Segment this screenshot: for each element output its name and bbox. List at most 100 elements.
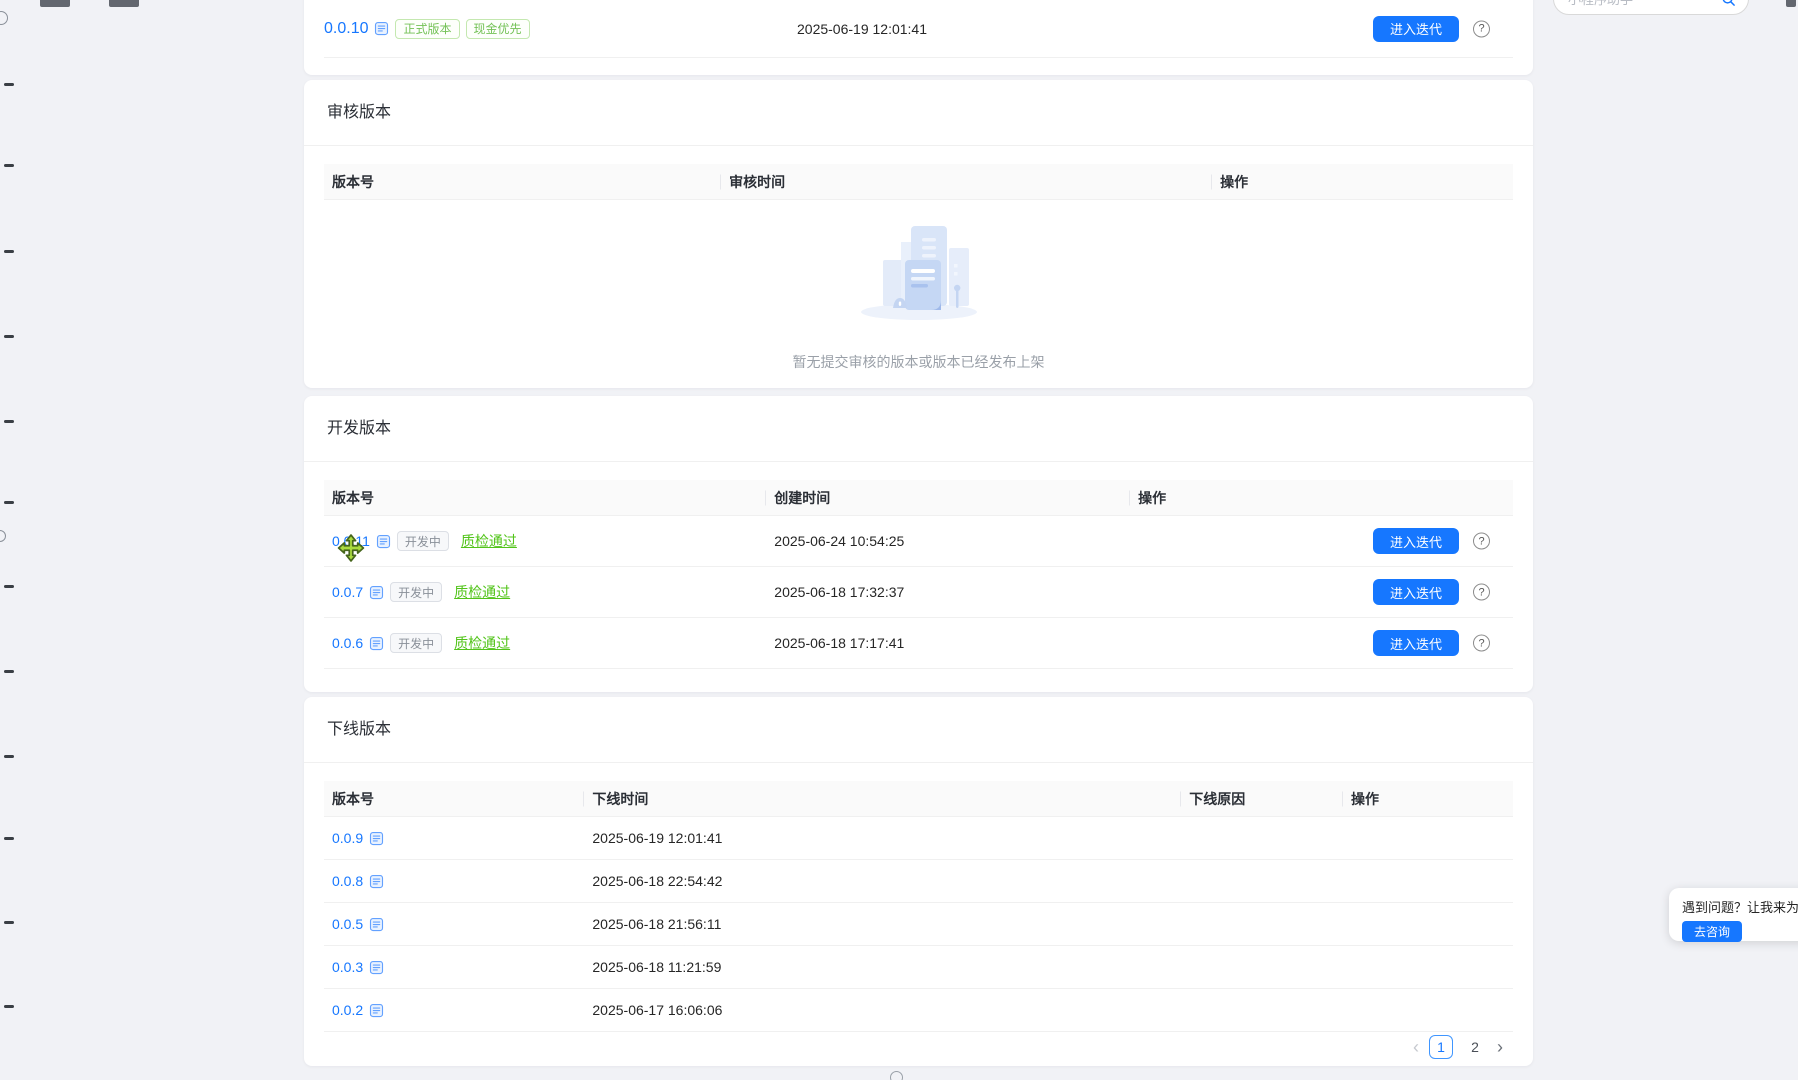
- action-cell: [1343, 989, 1513, 1031]
- version-link[interactable]: 0.0.7: [332, 584, 363, 600]
- dev-versions-card: 开发版本 版本号 创建时间 操作 0.0.11 开发中 质检通过 2025-06…: [304, 396, 1533, 692]
- table-header: 版本号 审核时间 操作: [324, 164, 1513, 200]
- table-row: 0.0.6 开发中 质检通过 2025-06-18 17:17:41 进入迭代 …: [324, 618, 1513, 669]
- table-header: 版本号 创建时间 操作: [324, 480, 1513, 516]
- version-link[interactable]: 0.0.8: [332, 873, 363, 889]
- move-cursor-icon: [337, 534, 365, 567]
- offline-time: 2025-06-17 16:06:06: [584, 1002, 1181, 1018]
- section-title: 下线版本: [304, 697, 1533, 763]
- table-row: 0.0.10 正式版本 现金优先 2025-06-19 12:01:41 进入迭…: [324, 0, 1513, 58]
- table-row: 0.0.5 2025-06-18 21:56:11: [324, 903, 1513, 946]
- version-link[interactable]: 0.0.5: [332, 916, 363, 932]
- version-cell: 0.0.6 开发中 质检通过: [324, 633, 766, 653]
- clipped-tab-text: [40, 0, 70, 7]
- enter-iteration-button[interactable]: 进入迭代: [1373, 630, 1459, 656]
- file-icon[interactable]: [369, 831, 384, 846]
- table-row: 0.0.2 2025-06-17 16:06:06: [324, 989, 1513, 1032]
- offline-time: 2025-06-18 11:21:59: [584, 959, 1181, 975]
- page-button-1[interactable]: 1: [1429, 1035, 1453, 1059]
- consult-button[interactable]: 去咨询: [1682, 921, 1742, 942]
- version-link[interactable]: 0.0.2: [332, 1002, 363, 1018]
- version-link[interactable]: 0.0.9: [332, 830, 363, 846]
- action-cell: 进入迭代 ?: [1130, 516, 1513, 566]
- left-edge-mark: [4, 501, 14, 504]
- version-link[interactable]: 0.0.6: [332, 635, 363, 651]
- file-icon[interactable]: [376, 534, 391, 549]
- help-icon[interactable]: ?: [1473, 584, 1490, 601]
- enter-iteration-button[interactable]: 进入迭代: [1373, 579, 1459, 605]
- action-cell: 进入迭代 ?: [1130, 567, 1513, 617]
- file-icon[interactable]: [369, 874, 384, 889]
- section-title: 审核版本: [304, 80, 1533, 146]
- page-button-2[interactable]: 2: [1463, 1035, 1487, 1059]
- offline-versions-card: 下线版本 版本号 下线时间 下线原因 操作 0.0.9 2025-06-19 1…: [304, 697, 1533, 1066]
- column-header: 版本号: [324, 172, 721, 192]
- qa-passed-link[interactable]: 质检通过: [461, 531, 517, 551]
- search-icon[interactable]: [1721, 0, 1736, 7]
- file-icon[interactable]: [369, 960, 384, 975]
- left-edge-mark: [4, 83, 14, 86]
- version-link[interactable]: 0.0.3: [332, 959, 363, 975]
- action-cell: 进入迭代 ?: [530, 0, 1513, 57]
- clipped-corner-text: [1786, 0, 1796, 7]
- column-header: 审核时间: [721, 172, 1212, 192]
- version-link[interactable]: 0.0.10: [324, 20, 368, 38]
- enter-iteration-button[interactable]: 进入迭代: [1373, 16, 1459, 42]
- left-edge-circle: [0, 530, 6, 542]
- action-cell: [1343, 946, 1513, 988]
- left-edge-mark: [4, 837, 14, 840]
- search-input[interactable]: [1566, 0, 1721, 8]
- table-row: 0.0.11 开发中 质检通过 2025-06-24 10:54:25 进入迭代…: [324, 516, 1513, 567]
- offline-time: 2025-06-18 21:56:11: [584, 916, 1181, 932]
- empty-state: 暂无提交审核的版本或版本已经发布上架: [324, 200, 1513, 380]
- pagination: ‹ 1 2 ›: [1413, 1035, 1503, 1059]
- version-cell: 0.0.3: [324, 959, 584, 975]
- help-icon[interactable]: ?: [1473, 20, 1490, 37]
- release-tag: 现金优先: [466, 19, 530, 39]
- created-time: 2025-06-24 10:54:25: [766, 533, 1130, 549]
- qa-passed-link[interactable]: 质检通过: [454, 633, 510, 653]
- column-header: 下线时间: [584, 789, 1181, 809]
- prev-page-icon[interactable]: ‹: [1413, 1036, 1419, 1058]
- version-cell: 0.0.8: [324, 873, 584, 889]
- left-edge-mark: [4, 164, 14, 167]
- column-header: 创建时间: [766, 488, 1130, 508]
- column-header: 版本号: [324, 789, 584, 809]
- release-version-card: 0.0.10 正式版本 现金优先 2025-06-19 12:01:41 进入迭…: [304, 0, 1533, 75]
- status-tag: 开发中: [390, 633, 442, 653]
- table-row: 0.0.7 开发中 质检通过 2025-06-18 17:32:37 进入迭代 …: [324, 567, 1513, 618]
- created-time: 2025-06-18 17:17:41: [766, 635, 1130, 651]
- column-header: 操作: [1212, 172, 1513, 192]
- left-edge-mark: [4, 755, 14, 758]
- table-row: 0.0.3 2025-06-18 11:21:59: [324, 946, 1513, 989]
- next-page-icon[interactable]: ›: [1497, 1036, 1503, 1058]
- status-tag: 开发中: [397, 531, 449, 551]
- column-header: 操作: [1130, 488, 1513, 508]
- page: 0.0.10 正式版本 现金优先 2025-06-19 12:01:41 进入迭…: [0, 0, 1798, 1080]
- clipped-tab-text: [109, 0, 139, 7]
- file-icon[interactable]: [374, 21, 389, 36]
- file-icon[interactable]: [369, 1003, 384, 1018]
- qa-passed-link[interactable]: 质检通过: [454, 582, 510, 602]
- version-cell: 0.0.11 开发中 质检通过: [324, 531, 766, 551]
- column-header: 下线原因: [1181, 789, 1343, 809]
- action-cell: [1343, 860, 1513, 902]
- help-icon[interactable]: ?: [1473, 533, 1490, 550]
- left-edge-mark: [4, 585, 14, 588]
- version-cell: 0.0.9: [324, 830, 584, 846]
- left-edge-mark: [4, 420, 14, 423]
- action-cell: [1343, 817, 1513, 859]
- left-edge-circle: [0, 11, 8, 25]
- chat-message: 遇到问题？让我来为你: [1682, 897, 1798, 916]
- enter-iteration-button[interactable]: 进入迭代: [1373, 528, 1459, 554]
- version-cell: 0.0.7 开发中 质检通过: [324, 582, 766, 602]
- help-icon[interactable]: ?: [1473, 635, 1490, 652]
- file-icon[interactable]: [369, 636, 384, 651]
- table-row: 0.0.8 2025-06-18 22:54:42: [324, 860, 1513, 903]
- search-box: [1553, 0, 1749, 15]
- action-cell: 进入迭代 ?: [1130, 618, 1513, 668]
- file-icon[interactable]: [369, 917, 384, 932]
- left-edge-mark: [4, 250, 14, 253]
- empty-state-text: 暂无提交审核的版本或版本已经发布上架: [324, 352, 1513, 372]
- file-icon[interactable]: [369, 585, 384, 600]
